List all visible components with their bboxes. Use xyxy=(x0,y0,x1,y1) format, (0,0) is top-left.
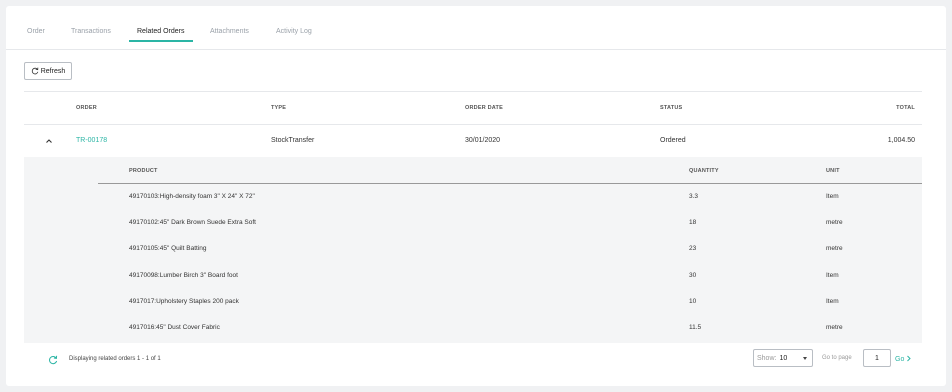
subtable-header-divider xyxy=(98,183,922,184)
tab-bar: Order Transactions Related Orders Attach… xyxy=(6,6,946,50)
product-name: 49170098:Lumber Birch 3" Board foot xyxy=(129,272,238,279)
column-header-type[interactable]: TYPE xyxy=(271,105,286,111)
chevron-right-icon xyxy=(907,355,912,362)
product-quantity: 10 xyxy=(689,298,697,305)
column-header-quantity: QUANTITY xyxy=(689,168,719,174)
column-header-order[interactable]: ORDER xyxy=(76,105,97,111)
product-unit: Item xyxy=(826,193,839,200)
go-button-label: Go xyxy=(895,356,905,363)
pagination-status: Displaying related orders 1 - 1 of 1 xyxy=(69,356,161,362)
product-name: 49170103:High-density foam 3" X 24" X 72… xyxy=(129,193,255,200)
product-unit: Item xyxy=(826,298,839,305)
column-header-unit: UNIT xyxy=(826,168,840,174)
page-size-label: Show: xyxy=(757,354,777,362)
product-unit: metre xyxy=(826,245,843,252)
refresh-button-label: Refresh xyxy=(40,67,66,75)
page-size-value: 10 xyxy=(779,354,788,362)
tab-transactions[interactable]: Transactions xyxy=(71,28,111,35)
product-quantity: 18 xyxy=(689,219,697,226)
refresh-button[interactable]: Refresh xyxy=(24,62,72,80)
refresh-icon xyxy=(31,67,39,75)
refresh-icon[interactable] xyxy=(48,355,58,365)
tab-attachments[interactable]: Attachments xyxy=(210,28,249,35)
order-status: Ordered xyxy=(660,137,686,144)
order-type: StockTransfer xyxy=(271,137,315,144)
column-header-total[interactable]: TOTAL xyxy=(896,105,915,111)
go-to-page-label: Go to page xyxy=(822,355,852,361)
product-name: 4917017:Upholstery Staples 200 pack xyxy=(129,298,239,305)
product-quantity: 3.3 xyxy=(689,193,699,200)
related-orders-panel: Order Transactions Related Orders Attach… xyxy=(6,6,946,386)
chevron-up-icon[interactable] xyxy=(44,137,54,145)
table-top-divider xyxy=(24,91,922,92)
go-button[interactable]: Go xyxy=(895,355,912,363)
product-quantity: 30 xyxy=(689,272,697,279)
page-size-select[interactable]: Show: 10 xyxy=(753,349,813,367)
product-name: 49170102:45" Dark Brown Suede Extra Soft xyxy=(129,219,256,226)
product-quantity: 23 xyxy=(689,245,697,252)
order-date: 30/01/2020 xyxy=(465,137,501,144)
tab-related-orders[interactable]: Related Orders xyxy=(137,28,184,35)
active-tab-indicator xyxy=(129,40,193,42)
tab-activity-log[interactable]: Activity Log xyxy=(276,28,312,35)
tab-order[interactable]: Order xyxy=(27,28,45,35)
column-header-product: PRODUCT xyxy=(129,168,158,174)
page-number-value: 1 xyxy=(875,354,879,362)
order-number-link[interactable]: TR-00178 xyxy=(76,137,107,144)
product-unit: metre xyxy=(826,324,843,331)
caret-down-icon xyxy=(803,357,807,360)
order-total: 1,004.50 xyxy=(887,137,915,144)
product-name: 4917016:45" Dust Cover Fabric xyxy=(129,324,220,331)
column-header-order-date[interactable]: ORDER DATE xyxy=(465,105,503,111)
product-quantity: 11.5 xyxy=(689,324,702,331)
product-name: 49170105:45" Quilt Batting xyxy=(129,245,207,252)
column-header-status[interactable]: STATUS xyxy=(660,105,682,111)
header-divider xyxy=(24,124,922,125)
product-unit: metre xyxy=(826,219,843,226)
page-number-input[interactable]: 1 xyxy=(863,349,891,367)
product-unit: Item xyxy=(826,272,839,279)
